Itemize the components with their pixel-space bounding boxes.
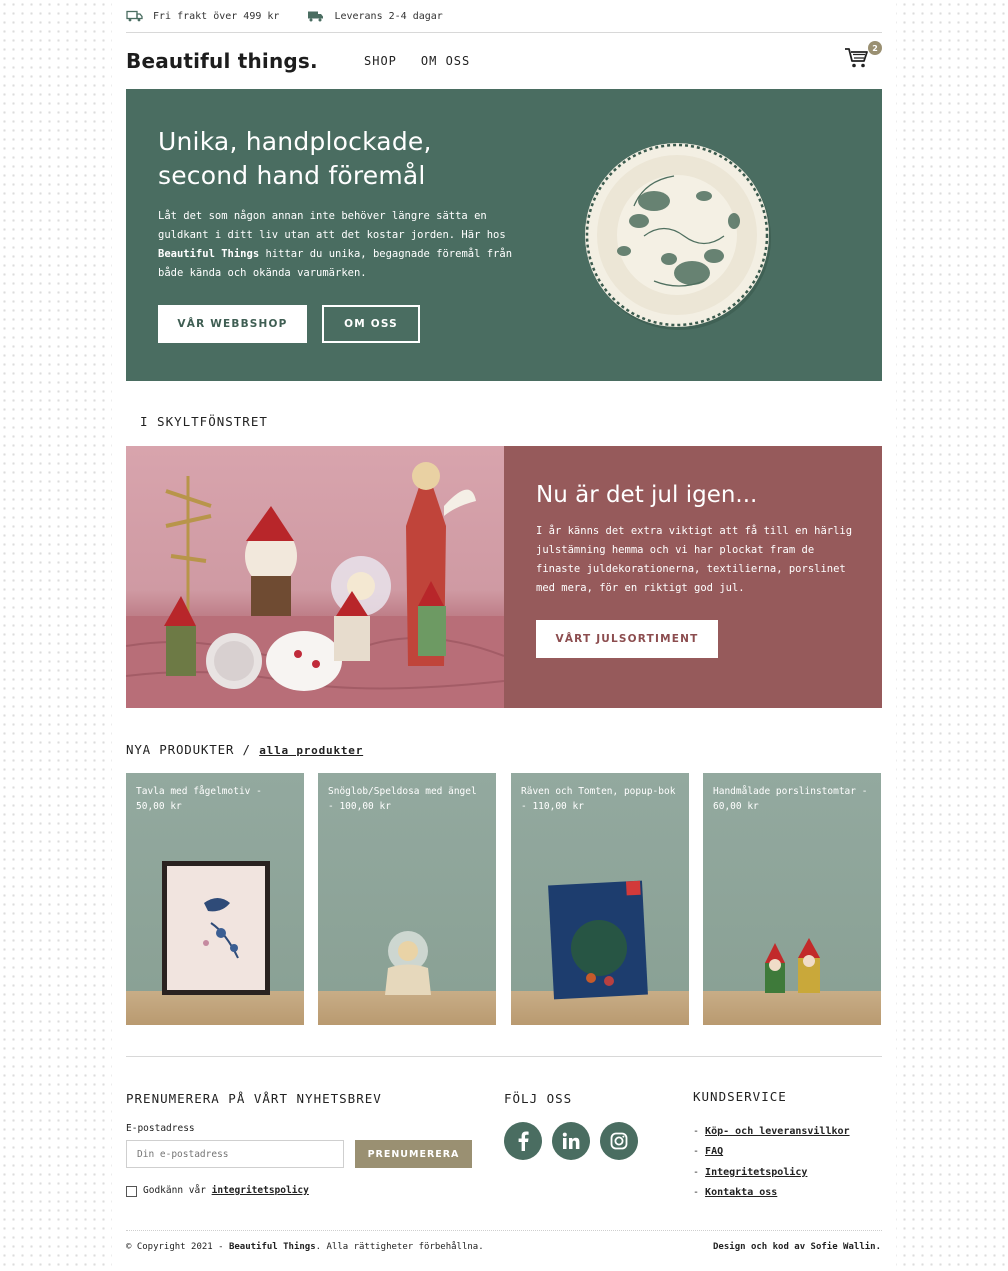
hero-text-part: Låt det som någon annan inte behöver län… bbox=[158, 210, 506, 241]
cart-button[interactable]: 2 bbox=[844, 41, 882, 73]
copyright-text: © Copyright 2021 - Beautiful Things. All… bbox=[126, 1242, 484, 1252]
copyright-brand: Beautiful Things bbox=[228, 1242, 316, 1252]
hero-title: Unika, handplockade, second hand föremål bbox=[158, 127, 432, 190]
product-card[interactable]: Räven och Tomten, popup-bok - 110,00 kr bbox=[511, 773, 689, 1025]
instagram-icon bbox=[610, 1132, 628, 1150]
product-label: Handmålade porslinstomtar - 60,00 kr bbox=[713, 786, 868, 812]
linkedin-icon bbox=[562, 1132, 580, 1149]
service-link-item: - Köp- och leveransvillkor bbox=[693, 1126, 850, 1137]
customer-service-links: - Köp- och leveransvillkor - FAQ - Integ… bbox=[693, 1122, 850, 1203]
product-label: Räven och Tomten, popup-bok - 110,00 kr bbox=[521, 786, 676, 812]
product-card[interactable]: Tavla med fågelmotiv - 50,00 kr bbox=[126, 773, 304, 1025]
terms-link[interactable]: Köp- och leveransvillkor bbox=[705, 1126, 850, 1137]
about-button[interactable]: OM OSS bbox=[322, 305, 420, 343]
christmas-figurines-illustration bbox=[126, 462, 504, 708]
email-label: E-postadress bbox=[126, 1123, 195, 1134]
consent-checkbox[interactable] bbox=[126, 1186, 137, 1197]
instagram-button[interactable] bbox=[600, 1122, 638, 1160]
facebook-icon bbox=[518, 1131, 529, 1151]
service-link-item: - Kontakta oss bbox=[693, 1186, 778, 1198]
free-shipping-info: Fri frakt över 499 kr bbox=[126, 10, 279, 22]
truck-outline-icon bbox=[126, 10, 143, 22]
privacy-policy-link[interactable]: integritetspolicy bbox=[212, 1185, 309, 1196]
service-link-item: - FAQ bbox=[693, 1146, 724, 1158]
delivery-info: Leverans 2-4 dagar bbox=[307, 10, 443, 22]
copyright-prefix: © Copyright 2021 - bbox=[126, 1242, 229, 1252]
christmas-assortment-button[interactable]: VÅRT JULSORTIMENT bbox=[536, 620, 718, 658]
shopping-cart-icon bbox=[845, 48, 868, 68]
copyright-suffix: . Alla rättigheter förbehållna. bbox=[315, 1242, 484, 1252]
hero-banner: Unika, handplockade, second hand föremål… bbox=[126, 89, 882, 381]
hero-brand-name: Beautiful Things bbox=[158, 248, 260, 260]
facebook-button[interactable] bbox=[504, 1122, 542, 1160]
newsletter-title: PRENUMERERA PÅ VÅRT NYHETSBREV bbox=[126, 1091, 382, 1106]
product-card[interactable]: Snöglob/Speldosa med ängel - 100,00 kr bbox=[318, 773, 496, 1025]
window-section-title: I SKYLTFÖNSTRET bbox=[140, 414, 268, 429]
nav-item-shop[interactable]: SHOP bbox=[364, 54, 397, 68]
product-card[interactable]: Handmålade porslinstomtar - 60,00 kr bbox=[703, 773, 881, 1025]
customer-service-title: KUNDSERVICE bbox=[693, 1089, 787, 1104]
main-nav: SHOP OM OSS bbox=[364, 54, 470, 68]
consent-text: Godkänn vår bbox=[143, 1185, 212, 1196]
webshop-button[interactable]: VÅR WEBBSHOP bbox=[158, 305, 307, 343]
follow-title: FÖLJ OSS bbox=[504, 1091, 573, 1106]
faq-link[interactable]: FAQ bbox=[705, 1146, 723, 1157]
plate-image bbox=[585, 143, 771, 330]
cart-count-badge: 2 bbox=[868, 41, 882, 55]
consent-label: Godkänn vår integritetspolicy bbox=[143, 1185, 309, 1196]
service-link-item: - Integritetspolicy bbox=[693, 1166, 808, 1178]
product-label: Tavla med fågelmotiv - 50,00 kr bbox=[136, 786, 262, 812]
new-products-title: NYA PRODUKTER / alla produkter bbox=[126, 742, 363, 757]
christmas-banner: Nu är det jul igen... I år känns det ext… bbox=[126, 446, 882, 708]
nav-item-om-oss[interactable]: OM OSS bbox=[421, 54, 470, 68]
privacy-link[interactable]: Integritetspolicy bbox=[705, 1167, 807, 1178]
hero-text: Låt det som någon annan inte behöver län… bbox=[158, 207, 514, 283]
top-info-bar: Fri frakt över 499 kr Leverans 2-4 dagar bbox=[126, 0, 882, 33]
design-credit: Design och kod av Sofie Wallin. bbox=[713, 1242, 881, 1252]
free-shipping-text: Fri frakt över 499 kr bbox=[153, 10, 280, 22]
christmas-panel: Nu är det jul igen... I år känns det ext… bbox=[504, 446, 882, 708]
all-products-link[interactable]: alla produkter bbox=[259, 744, 363, 757]
christmas-decorations-image bbox=[126, 446, 504, 708]
email-input[interactable] bbox=[126, 1140, 344, 1168]
linkedin-button[interactable] bbox=[552, 1122, 590, 1160]
truck-filled-icon bbox=[308, 11, 324, 22]
copyright-divider bbox=[126, 1230, 882, 1231]
delivery-text: Leverans 2-4 dagar bbox=[334, 10, 443, 22]
subscribe-button[interactable]: PRENUMERERA bbox=[355, 1140, 472, 1168]
product-grid: Tavla med fågelmotiv - 50,00 kr Snöglob/… bbox=[126, 773, 882, 1025]
contact-link[interactable]: Kontakta oss bbox=[705, 1187, 777, 1198]
site-logo[interactable]: Beautiful things. bbox=[126, 49, 364, 73]
christmas-text: I år känns det extra viktigt att få till… bbox=[536, 525, 853, 594]
new-products-label: NYA PRODUKTER / bbox=[126, 742, 251, 757]
footer-divider bbox=[126, 1056, 882, 1057]
product-label: Snöglob/Speldosa med ängel - 100,00 kr bbox=[328, 786, 477, 812]
site-header: Beautiful things. SHOP OM OSS 2 bbox=[126, 33, 882, 89]
christmas-heading: Nu är det jul igen... bbox=[536, 482, 758, 508]
